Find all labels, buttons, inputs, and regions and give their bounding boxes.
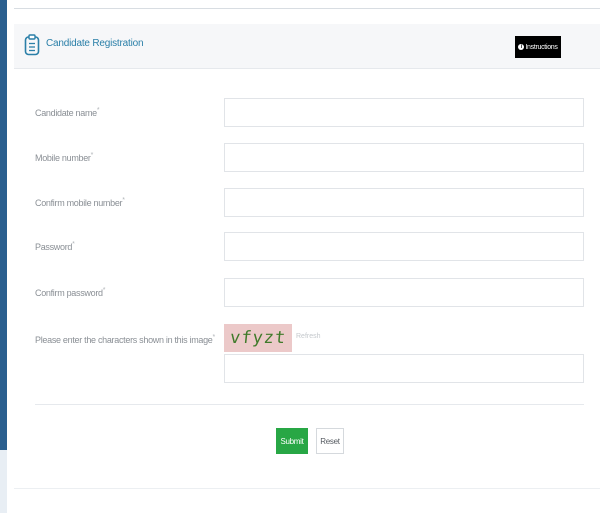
instructions-label: Instructions bbox=[525, 43, 558, 51]
confirm-mobile-number-input[interactable] bbox=[224, 188, 584, 217]
password-input[interactable] bbox=[224, 232, 584, 261]
confirm-password-input[interactable] bbox=[224, 278, 584, 307]
confirm-mobile-number-label: Confirm mobile number* bbox=[35, 197, 125, 208]
left-sidebar-strip bbox=[0, 0, 7, 450]
captcha-label: Please enter the characters shown in thi… bbox=[35, 334, 215, 345]
captcha-image: vfyzt bbox=[224, 324, 292, 352]
captcha-input[interactable] bbox=[224, 354, 584, 383]
submit-button[interactable]: Submit bbox=[276, 428, 308, 454]
instructions-button[interactable]: i Instructions bbox=[515, 36, 561, 58]
password-label: Password* bbox=[35, 241, 75, 252]
candidate-name-input[interactable] bbox=[224, 98, 584, 127]
info-icon: i bbox=[518, 44, 525, 50]
left-sidebar-strip-bottom bbox=[0, 450, 7, 513]
confirm-password-label: Confirm password* bbox=[35, 287, 106, 298]
mobile-number-input[interactable] bbox=[224, 143, 584, 172]
clipboard-icon bbox=[24, 34, 40, 56]
top-divider bbox=[14, 8, 600, 9]
captcha-refresh-link[interactable]: Refresh bbox=[296, 333, 321, 340]
captcha-text: vfyzt bbox=[228, 328, 288, 348]
candidate-name-label: Candidate name* bbox=[35, 107, 100, 118]
registration-card: Candidate Registration i Instructions Ca… bbox=[14, 24, 600, 489]
reset-button[interactable]: Reset bbox=[316, 428, 344, 454]
form-divider bbox=[35, 404, 584, 405]
card-header: Candidate Registration i Instructions bbox=[14, 24, 600, 69]
page-title: Candidate Registration bbox=[46, 38, 144, 49]
registration-page: Candidate Registration i Instructions Ca… bbox=[0, 0, 600, 513]
mobile-number-label: Mobile number* bbox=[35, 152, 94, 163]
